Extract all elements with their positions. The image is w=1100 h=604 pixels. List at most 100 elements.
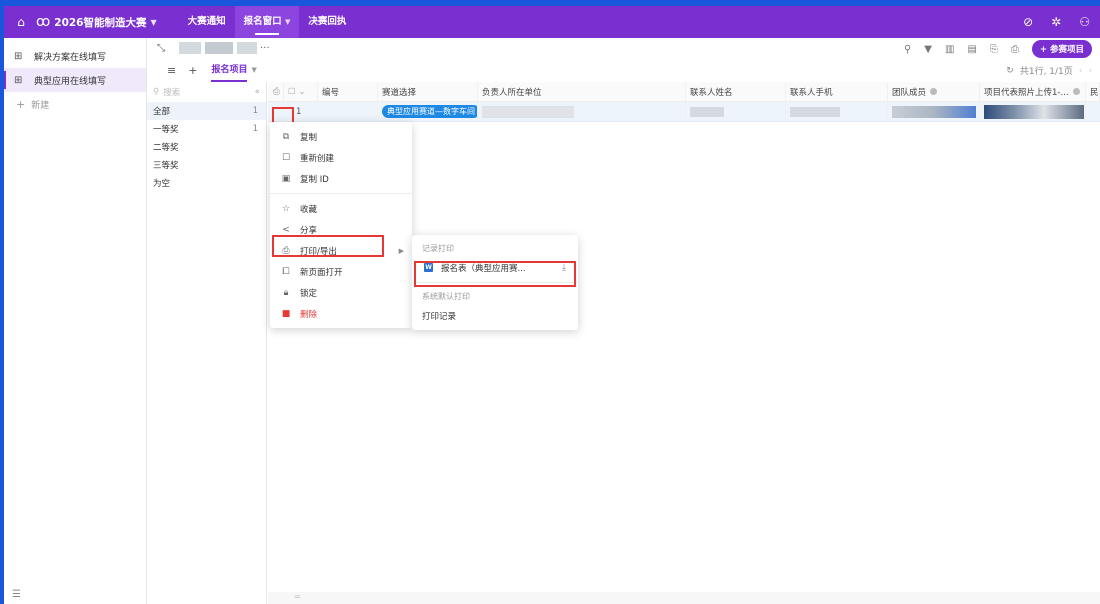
submenu-section-system-print: 系统默认打印 <box>422 291 470 301</box>
highlight-box <box>414 261 576 287</box>
column-header-contact-name[interactable]: 联系人姓名 <box>686 82 786 101</box>
group-label: 为空 <box>153 179 171 189</box>
menu-label: 收藏 <box>300 204 318 215</box>
menu-item-copy-id[interactable]: ▣ 复制 ID <box>270 168 412 189</box>
menu-item-favorite[interactable]: ☆ 收藏 <box>270 198 412 219</box>
menu-item-open-new-page[interactable]: ⧠ 新页面打开 <box>270 261 412 282</box>
open-new-icon: ⧠ <box>282 266 290 277</box>
recreate-icon: ☐ <box>281 152 291 163</box>
column-header-track[interactable]: 赛道选择 <box>378 82 478 101</box>
column-header-partial[interactable]: 民 <box>1086 82 1100 101</box>
redacted-text <box>237 42 257 54</box>
menu-item-copy[interactable]: ⧉ 复制 <box>270 126 412 147</box>
filter-icon[interactable]: ▼ <box>924 44 932 55</box>
nav-tab-registration[interactable]: 报名窗口 ▼ <box>234 6 300 38</box>
next-page-icon[interactable]: › <box>1088 66 1092 76</box>
nav-tab-notice[interactable]: 大赛通知 <box>179 6 235 38</box>
cell-contact-phone[interactable] <box>786 102 888 121</box>
column-header-id[interactable]: 编号 <box>318 82 378 101</box>
cell-contact-name[interactable] <box>686 102 786 121</box>
collapse-icon[interactable]: « <box>255 87 260 97</box>
home-icon[interactable]: ⌂ <box>12 15 30 29</box>
menu-item-delete[interactable]: ■ 删除 <box>270 303 412 324</box>
cell-unit[interactable] <box>478 102 686 121</box>
group-panel: ⚲ 搜索 « 全部 1 一等奖 1 二等奖 三等奖 为空 <box>147 82 267 604</box>
refresh-icon[interactable]: ↻ <box>1006 66 1014 76</box>
info-icon <box>930 88 938 95</box>
app-title[interactable]: 2026智能制造大赛 <box>54 15 146 30</box>
group-item[interactable]: 全部 1 <box>147 102 266 120</box>
group-item[interactable]: 三等奖 <box>147 156 266 174</box>
info-icon <box>1072 88 1080 95</box>
check-circle-icon[interactable]: ⊘ <box>1023 15 1033 29</box>
group-item[interactable]: 一等奖 1 <box>147 120 266 138</box>
track-tag: 典型应用赛道—数字车间 <box>382 105 477 118</box>
sidebar-item-label: 典型应用在线填写 <box>34 76 107 87</box>
sidebar-item-typical-app[interactable]: ⊞ 典型应用在线填写 <box>4 68 146 92</box>
group-count: 1 <box>252 124 258 134</box>
cell-photo[interactable] <box>980 102 1086 121</box>
menu-item-lock[interactable]: 🔒︎ 锁定 <box>270 282 412 303</box>
group-item[interactable]: 为空 <box>147 174 266 192</box>
group-search[interactable]: ⚲ 搜索 « <box>147 82 266 102</box>
share-icon[interactable]: ⎘ <box>990 44 998 55</box>
sidebar-new-label: 新建 <box>31 100 50 111</box>
chevron-right-icon: ▶ <box>398 246 404 255</box>
cell-id: 1 <box>292 102 378 121</box>
table-row[interactable]: 1 典型应用赛道—数字车间 <box>268 102 1100 122</box>
chart-icon[interactable]: ▥ <box>945 44 954 55</box>
menu-item-print-history[interactable]: 打印记录 <box>412 305 578 326</box>
share-icon: < <box>282 224 290 235</box>
sidebar-new-button[interactable]: + 新建 <box>4 92 146 116</box>
column-header-unit[interactable]: 负责人所在单位 <box>478 82 686 101</box>
sidebar-item-solution[interactable]: ⊞ 解决方案在线填写 <box>4 44 146 68</box>
tab-registration-projects[interactable]: 报名项目 ▼ <box>211 58 257 82</box>
group-label: 全部 <box>153 107 171 117</box>
sidebar-item-label: 解决方案在线填写 <box>34 52 107 63</box>
search-icon[interactable]: ⚲ <box>904 44 911 55</box>
more-icon[interactable]: ··· <box>260 43 270 54</box>
plus-icon[interactable]: + <box>188 64 197 77</box>
grid-header: ⎙ ☐ ⌄ 编号 赛道选择 负责人所在单位 联系人姓名 联系人手机 团队成员 项… <box>268 82 1100 102</box>
row-context-menu: ⧉ 复制 ☐ 重新创建 ▣ 复制 ID ☆ 收藏 < 分享 ⎙ 打印/导出 ▶ ⧠ 新页面打开 … <box>270 122 412 328</box>
group-label: 三等奖 <box>153 161 179 171</box>
app-logo-icon: ꝏ <box>36 14 51 30</box>
chevron-down-icon[interactable]: ▼ <box>151 18 157 27</box>
expand-icon[interactable]: ⤡ <box>157 43 165 54</box>
collapse-sidebar-icon[interactable]: ☰ <box>12 589 21 600</box>
column-header-contact-phone[interactable]: 联系人手机 <box>786 82 888 101</box>
lock-icon: ⎙ <box>268 82 284 101</box>
menu-label: 新页面打开 <box>300 267 343 278</box>
top-bar: ⌂ ꝏ 2026智能制造大赛 ▼ 大赛通知 报名窗口 ▼ 决赛回执 ⊘ ✲ ⚇ <box>4 6 1100 38</box>
column-header-team[interactable]: 团队成员 <box>888 82 980 101</box>
grid-footer: = <box>268 592 1100 604</box>
menu-label: 复制 ID <box>300 174 329 185</box>
photo-thumbnail <box>984 104 1084 119</box>
cell-track[interactable]: 典型应用赛道—数字车间 <box>378 102 478 121</box>
menu-item-recreate[interactable]: ☐ 重新创建 <box>270 147 412 168</box>
prev-page-icon[interactable]: ‹ <box>1079 66 1083 76</box>
pagination-text: 共1行, 1/1页 <box>1019 67 1073 77</box>
tab-label: 报名项目 <box>211 65 248 75</box>
users-icon[interactable]: ⚇ <box>1079 15 1090 29</box>
group-item[interactable]: 二等奖 <box>147 138 266 156</box>
menu-label: 锁定 <box>300 288 318 299</box>
redacted-text <box>482 105 574 118</box>
cell-team[interactable] <box>888 102 980 121</box>
highlight-box <box>272 235 384 257</box>
group-search-placeholder: 搜索 <box>163 88 181 98</box>
view-toolbar: ⚲ ▼ ▥ ▤ ⎘ ⎙ + 参赛项目 <box>904 40 1092 58</box>
select-all-checkbox[interactable]: ☐ ⌄ <box>284 82 318 101</box>
menu-icon[interactable]: ≡ <box>167 64 176 77</box>
view-header: ⤡ ··· ⚲ ▼ ▥ ▤ ⎘ ⎙ + 参赛项目 ≡ + 报名项目 ▼ ↻ 共1行… <box>147 38 1100 82</box>
sparkle-icon[interactable]: ✲ <box>1051 15 1061 29</box>
menu-label: 复制 <box>300 132 318 143</box>
print-icon[interactable]: ⎙ <box>1011 44 1019 55</box>
id-icon: ▣ <box>281 173 291 184</box>
column-header-photo[interactable]: 项目代表照片上传1-... <box>980 82 1086 101</box>
sidebar: ⊞ 解决方案在线填写 ⊞ 典型应用在线填写 + 新建 ☰ <box>4 38 147 604</box>
add-project-button[interactable]: + 参赛项目 <box>1031 40 1092 58</box>
nav-tab-final-receipt[interactable]: 决赛回执 <box>299 6 355 38</box>
menu-label: 打印记录 <box>422 311 457 322</box>
comment-icon[interactable]: ▤ <box>967 44 976 55</box>
